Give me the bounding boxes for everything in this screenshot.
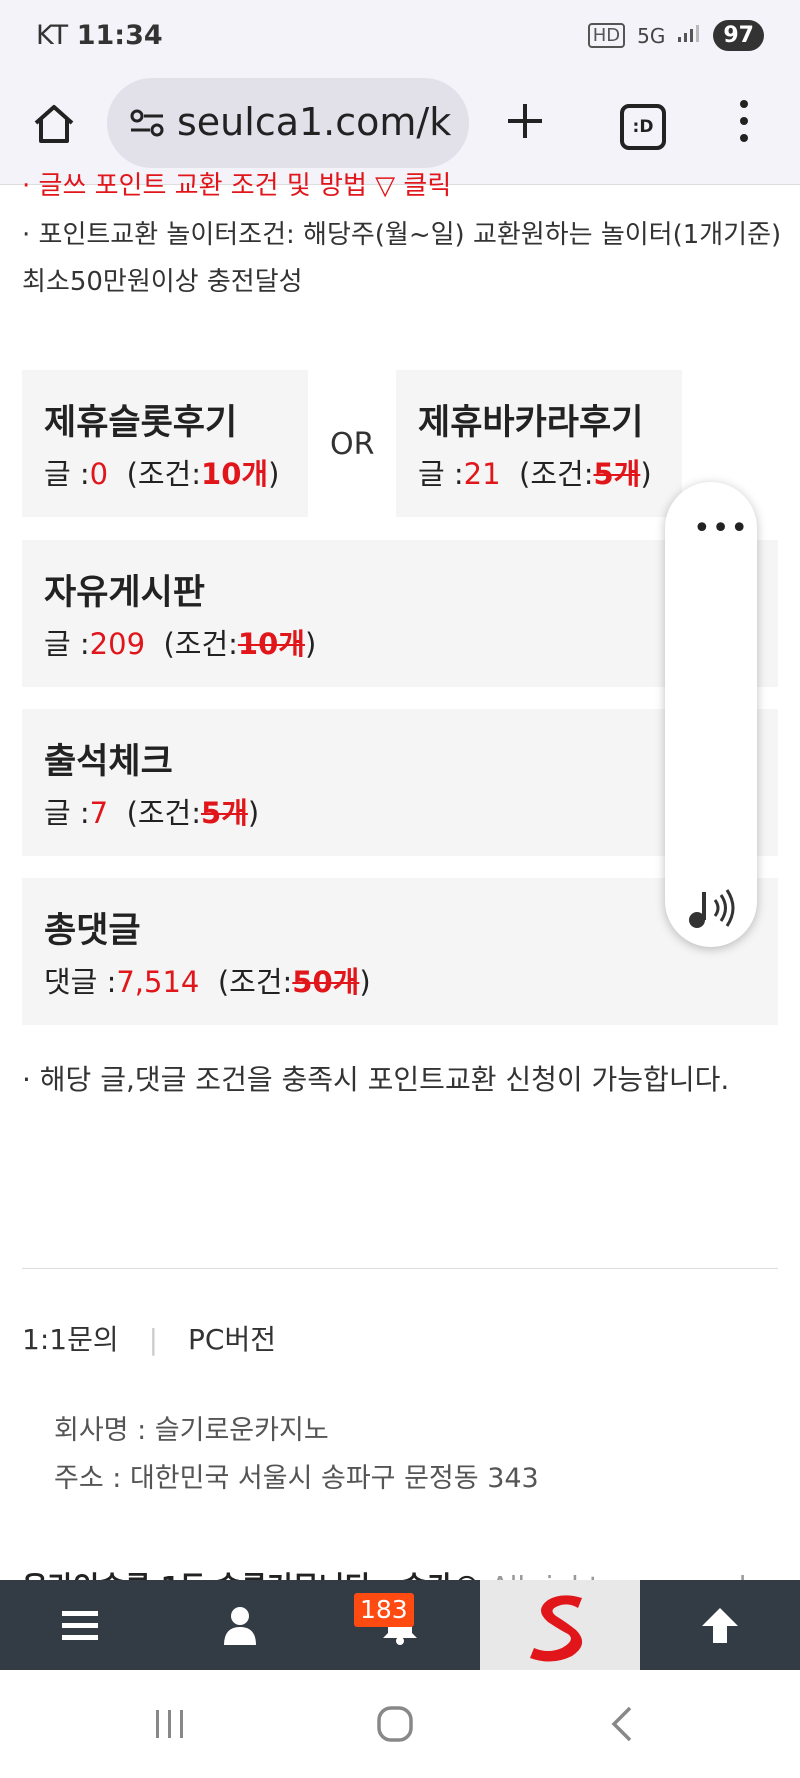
nav-scroll-top-button[interactable] (640, 1580, 800, 1670)
home-nav-icon[interactable] (375, 1704, 415, 1744)
arrow-up-icon (702, 1608, 738, 1643)
recent-apps-icon[interactable] (152, 1706, 188, 1742)
hd-icon: HD (587, 23, 626, 48)
new-tab-button[interactable] (505, 98, 545, 150)
tab-switcher-button[interactable]: :D (620, 104, 666, 150)
post-count: 21 (463, 457, 501, 491)
cond-value: 10개 (201, 457, 269, 491)
network-5g-icon: 5G (637, 23, 666, 48)
card-stat: 글 :21 (조건:5개) (418, 451, 652, 493)
hamburger-icon (62, 1611, 98, 1640)
signal-icon (677, 23, 701, 48)
cond-close: ) (268, 457, 280, 491)
notification-badge: 183 (354, 1593, 414, 1627)
pc-version-link[interactable]: PC버전 (188, 1323, 276, 1356)
address-bar[interactable]: seulca1.com/k (107, 78, 469, 168)
url-text: seulca1.com/k (177, 100, 452, 144)
company-name: 회사명 : 슬기로운카지노 (54, 1415, 329, 1446)
status-bar: KT 11:34 HD 5G 97 (0, 0, 800, 72)
inquiry-link[interactable]: 1:1문의 (22, 1323, 119, 1356)
cond-close: ) (359, 965, 371, 999)
footer-links: 1:1문의 | PC버전 (22, 1318, 276, 1358)
post-label: 글 : (44, 457, 90, 491)
plus-icon (508, 104, 542, 138)
exchange-guide-link[interactable]: · 글쓰 포인트 교환 조건 및 방법 ▽ 클릭 (22, 165, 451, 202)
company-address: 주소 : 대한민국 서울시 송파구 문정동 343 (54, 1463, 539, 1494)
nav-menu-button[interactable] (0, 1580, 160, 1670)
cond-open: (조건: (126, 457, 202, 491)
home-button[interactable] (32, 102, 76, 146)
card-stat: 글 :7 (조건:5개) (44, 790, 259, 832)
card-stat: 댓글 :7,514 (조건:50개) (44, 959, 371, 1001)
back-icon[interactable] (604, 1704, 640, 1744)
cond-value: 10개 (237, 627, 305, 661)
cond-close: ) (247, 796, 260, 830)
cond-open: (조건: (519, 457, 594, 491)
comment-label: 댓글 : (44, 965, 117, 999)
card-slot-review[interactable]: 제휴슬롯후기 글 :0 (조건:10개) (22, 370, 308, 517)
post-count: 0 (89, 457, 109, 491)
cond-value: 5개 (593, 457, 641, 491)
link-separator: | (148, 1323, 159, 1356)
card-stat: 글 :0 (조건:10개) (44, 451, 279, 493)
notice-conditions: · 포인트교환 놀이터조건: 해당주(월~일) 교환원하는 놀이터(1개기준) … (22, 220, 782, 297)
footer-divider (22, 1268, 778, 1269)
card-stat: 글 :209 (조건:10개) (44, 621, 316, 663)
card-title: 제휴바카라후기 (418, 403, 644, 443)
post-count: 209 (89, 627, 146, 661)
status-right: HD 5G 97 (587, 20, 764, 51)
site-logo-button[interactable] (480, 1580, 640, 1670)
status-left: KT 11:34 (36, 20, 163, 51)
browser-menu-button[interactable] (740, 100, 750, 151)
site-settings-icon[interactable] (129, 108, 165, 138)
card-baccarat-review[interactable]: 제휴바카라후기 글 :21 (조건:5개) (396, 370, 682, 517)
system-nav-bar (0, 1670, 800, 1778)
card-title: 출석체크 (44, 742, 173, 782)
card-title: 제휴슬롯후기 (44, 403, 238, 443)
cond-value: 50개 (292, 965, 360, 999)
card-title: 자유게시판 (44, 573, 206, 613)
battery-indicator: 97 (713, 20, 764, 51)
cond-close: ) (304, 627, 317, 661)
clock: 11:34 (76, 20, 163, 51)
post-count: 7 (89, 796, 109, 830)
post-label: 글 : (418, 457, 464, 491)
read-aloud-icon[interactable] (685, 882, 737, 934)
more-options-icon[interactable]: ••• (693, 514, 749, 544)
company-info: 회사명 : 슬기로운카지노 주소 : 대한민국 서울시 송파구 문정동 343 (54, 1407, 539, 1503)
carrier: KT (36, 20, 69, 51)
post-label: 글 : (44, 627, 90, 661)
cond-open: (조건: (163, 627, 238, 661)
cond-close: ) (640, 457, 652, 491)
site-logo-icon (530, 1595, 583, 1662)
cond-open: (조건: (217, 965, 293, 999)
post-label: 글 : (44, 796, 90, 830)
cond-value: 5개 (201, 796, 248, 830)
notice-apply: · 해당 글,댓글 조건을 충족시 포인트교환 신청이 가능합니다. (22, 1063, 730, 1096)
comment-count: 7,514 (116, 965, 200, 999)
or-label: OR (330, 427, 375, 462)
floating-tools-panel: ••• (665, 482, 757, 947)
card-title: 총댓글 (44, 911, 141, 951)
home-icon (34, 105, 74, 143)
cond-open: (조건: (126, 796, 202, 830)
user-icon (224, 1607, 256, 1645)
nav-account-button[interactable] (160, 1580, 320, 1670)
